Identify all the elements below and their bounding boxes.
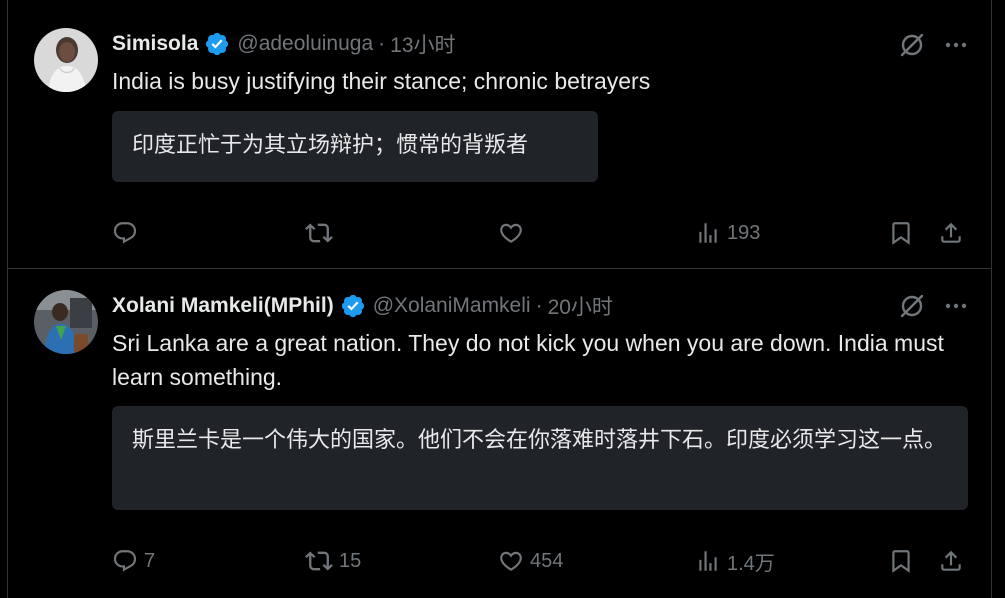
like-icon (498, 220, 524, 246)
user-handle[interactable]: @adeoluinuga (237, 32, 373, 56)
like-count: 454 (530, 549, 564, 572)
bookmark-button[interactable] (888, 541, 914, 581)
views-count: 193 (727, 221, 761, 244)
share-icon (938, 220, 964, 246)
tweet-header-actions (897, 291, 971, 321)
views-button[interactable]: 193 (695, 213, 760, 253)
reply-icon (112, 220, 138, 246)
avatar[interactable] (34, 290, 98, 354)
user-handle[interactable]: @XolaniMamkeli (373, 294, 531, 318)
bookmark-icon (888, 220, 914, 246)
retweet-count: 15 (339, 549, 362, 572)
reply-icon (112, 548, 138, 574)
tweet-action-bar: 193 (8, 213, 991, 253)
timestamp[interactable]: 20小时 (548, 291, 613, 321)
views-count: 1.4万 (727, 552, 775, 575)
verified-badge-icon (340, 293, 366, 319)
more-icon[interactable] (941, 291, 971, 321)
bookmark-button[interactable] (888, 213, 914, 253)
more-icon[interactable] (941, 30, 971, 60)
tweet-header: Xolani Mamkeli(MPhil) @XolaniMamkeli · 2… (112, 291, 613, 321)
separator-dot: · (535, 294, 543, 317)
retweet-button[interactable]: 15 (305, 541, 361, 581)
bookmark-icon (888, 548, 914, 574)
reply-button[interactable]: 7 (112, 541, 155, 581)
like-button[interactable]: 454 (498, 541, 563, 581)
timeline-feed: Simisola @adeoluinuga · 13小时 India is bu… (7, 0, 992, 598)
tweet[interactable]: Xolani Mamkeli(MPhil) @XolaniMamkeli · 2… (8, 269, 991, 598)
like-icon (498, 548, 524, 574)
translation-box: 斯里兰卡是一个伟大的国家。他们不会在你落难时落井下石。印度必须学习这一点。 (112, 406, 968, 510)
avatar[interactable] (34, 28, 98, 92)
tweet-text: India is busy justifying their stance; c… (112, 68, 651, 94)
views-icon (695, 548, 721, 574)
views-button[interactable]: 1.4万 (695, 541, 775, 581)
grok-icon[interactable] (897, 291, 927, 321)
retweet-button[interactable] (305, 213, 339, 253)
like-button[interactable] (498, 213, 530, 253)
retweet-icon (305, 547, 333, 575)
tweet-text: Sri Lanka are a great nation. They do no… (112, 330, 944, 390)
display-name[interactable]: Xolani Mamkeli(MPhil) (112, 294, 334, 318)
reply-count: 7 (144, 549, 156, 572)
views-icon (695, 220, 721, 246)
share-button[interactable] (938, 541, 964, 581)
reply-button[interactable] (112, 213, 144, 253)
grok-icon[interactable] (897, 30, 927, 60)
display-name[interactable]: Simisola (112, 32, 198, 56)
retweet-icon (305, 219, 333, 247)
tweet-header: Simisola @adeoluinuga · 13小时 (112, 29, 456, 59)
verified-badge-icon (204, 31, 230, 57)
translation-box: 印度正忙于为其立场辩护；惯常的背叛者 (112, 111, 598, 182)
tweet-action-bar: 7 15 454 1.4万 (8, 541, 991, 581)
separator-dot: · (378, 32, 386, 55)
tweet-header-actions (897, 30, 971, 60)
tweet[interactable]: Simisola @adeoluinuga · 13小时 India is bu… (8, 0, 991, 269)
timestamp[interactable]: 13小时 (390, 29, 455, 59)
share-button[interactable] (938, 213, 964, 253)
share-icon (938, 548, 964, 574)
